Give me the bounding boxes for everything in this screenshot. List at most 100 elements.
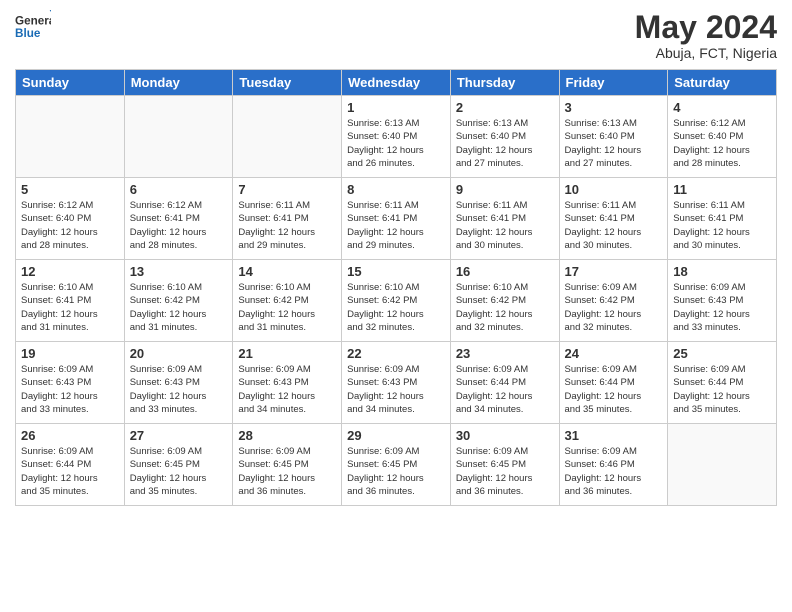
day-number: 17 [565, 264, 663, 279]
day-number: 14 [238, 264, 336, 279]
calendar-cell: 23 Sunrise: 6:09 AM Sunset: 6:44 PM Dayli… [450, 342, 559, 424]
day-info: Sunrise: 6:09 AM Sunset: 6:44 PM Dayligh… [673, 363, 771, 416]
day-info: Sunrise: 6:10 AM Sunset: 6:42 PM Dayligh… [238, 281, 336, 334]
calendar-cell [124, 96, 233, 178]
calendar-cell: 4 Sunrise: 6:12 AM Sunset: 6:40 PM Daylig… [668, 96, 777, 178]
day-number: 2 [456, 100, 554, 115]
col-sunday: Sunday [16, 70, 125, 96]
calendar-cell: 13 Sunrise: 6:10 AM Sunset: 6:42 PM Dayli… [124, 260, 233, 342]
calendar-cell [668, 424, 777, 506]
day-info: Sunrise: 6:10 AM Sunset: 6:41 PM Dayligh… [21, 281, 119, 334]
day-info: Sunrise: 6:09 AM Sunset: 6:46 PM Dayligh… [565, 445, 663, 498]
day-number: 19 [21, 346, 119, 361]
day-number: 12 [21, 264, 119, 279]
day-number: 29 [347, 428, 445, 443]
day-number: 5 [21, 182, 119, 197]
day-info: Sunrise: 6:09 AM Sunset: 6:45 PM Dayligh… [238, 445, 336, 498]
day-number: 1 [347, 100, 445, 115]
day-number: 21 [238, 346, 336, 361]
day-info: Sunrise: 6:09 AM Sunset: 6:45 PM Dayligh… [130, 445, 228, 498]
day-number: 28 [238, 428, 336, 443]
calendar-cell: 2 Sunrise: 6:13 AM Sunset: 6:40 PM Daylig… [450, 96, 559, 178]
day-info: Sunrise: 6:09 AM Sunset: 6:43 PM Dayligh… [21, 363, 119, 416]
day-number: 31 [565, 428, 663, 443]
calendar-cell: 30 Sunrise: 6:09 AM Sunset: 6:45 PM Dayli… [450, 424, 559, 506]
day-info: Sunrise: 6:09 AM Sunset: 6:45 PM Dayligh… [456, 445, 554, 498]
day-number: 30 [456, 428, 554, 443]
day-number: 27 [130, 428, 228, 443]
calendar-cell: 21Sunrise: 6:09 AM Sunset: 6:43 PM Dayli… [233, 342, 342, 424]
calendar-cell [233, 96, 342, 178]
svg-text:Blue: Blue [15, 27, 41, 40]
day-info: Sunrise: 6:09 AM Sunset: 6:45 PM Dayligh… [347, 445, 445, 498]
calendar-cell: 22 Sunrise: 6:09 AM Sunset: 6:43 PM Dayli… [342, 342, 451, 424]
day-info: Sunrise: 6:12 AM Sunset: 6:41 PM Dayligh… [130, 199, 228, 252]
day-number: 15 [347, 264, 445, 279]
calendar-cell: 8Sunrise: 6:11 AM Sunset: 6:41 PM Daylig… [342, 178, 451, 260]
day-number: 8 [347, 182, 445, 197]
day-info: Sunrise: 6:12 AM Sunset: 6:40 PM Dayligh… [673, 117, 771, 170]
page-container: General Blue May 2024 Abuja, FCT, Nigeri… [0, 0, 792, 516]
day-info: Sunrise: 6:12 AM Sunset: 6:40 PM Dayligh… [21, 199, 119, 252]
day-number: 20 [130, 346, 228, 361]
day-number: 11 [673, 182, 771, 197]
calendar-week-2: 5 Sunrise: 6:12 AM Sunset: 6:40 PM Daylig… [16, 178, 777, 260]
calendar-cell: 3 Sunrise: 6:13 AM Sunset: 6:40 PM Daylig… [559, 96, 668, 178]
day-info: Sunrise: 6:09 AM Sunset: 6:42 PM Dayligh… [565, 281, 663, 334]
calendar-cell: 1 Sunrise: 6:13 AM Sunset: 6:40 PM Daylig… [342, 96, 451, 178]
col-tuesday: Tuesday [233, 70, 342, 96]
calendar-cell: 31 Sunrise: 6:09 AM Sunset: 6:46 PM Dayli… [559, 424, 668, 506]
day-info: Sunrise: 6:13 AM Sunset: 6:40 PM Dayligh… [347, 117, 445, 170]
day-number: 9 [456, 182, 554, 197]
calendar-cell: 7 Sunrise: 6:11 AM Sunset: 6:41 PM Daylig… [233, 178, 342, 260]
col-thursday: Thursday [450, 70, 559, 96]
day-info: Sunrise: 6:11 AM Sunset: 6:41 PM Dayligh… [238, 199, 336, 252]
day-info: Sunrise: 6:13 AM Sunset: 6:40 PM Dayligh… [565, 117, 663, 170]
title-block: May 2024 Abuja, FCT, Nigeria [635, 10, 777, 61]
calendar-cell: 6 Sunrise: 6:12 AM Sunset: 6:41 PM Daylig… [124, 178, 233, 260]
calendar-week-1: 1 Sunrise: 6:13 AM Sunset: 6:40 PM Daylig… [16, 96, 777, 178]
calendar-cell: 9 Sunrise: 6:11 AM Sunset: 6:41 PM Daylig… [450, 178, 559, 260]
logo: General Blue [15, 10, 51, 46]
calendar-cell: 28 Sunrise: 6:09 AM Sunset: 6:45 PM Dayli… [233, 424, 342, 506]
calendar-cell: 19 Sunrise: 6:09 AM Sunset: 6:43 PM Dayli… [16, 342, 125, 424]
calendar-cell: 16Sunrise: 6:10 AM Sunset: 6:42 PM Dayli… [450, 260, 559, 342]
day-number: 23 [456, 346, 554, 361]
header: General Blue May 2024 Abuja, FCT, Nigeri… [15, 10, 777, 61]
day-info: Sunrise: 6:10 AM Sunset: 6:42 PM Dayligh… [130, 281, 228, 334]
calendar-table: Sunday Monday Tuesday Wednesday Thursday… [15, 69, 777, 506]
location-subtitle: Abuja, FCT, Nigeria [635, 45, 777, 61]
day-info: Sunrise: 6:09 AM Sunset: 6:43 PM Dayligh… [130, 363, 228, 416]
calendar-cell: 14 Sunrise: 6:10 AM Sunset: 6:42 PM Dayli… [233, 260, 342, 342]
calendar-cell [16, 96, 125, 178]
day-info: Sunrise: 6:11 AM Sunset: 6:41 PM Dayligh… [673, 199, 771, 252]
calendar-week-4: 19 Sunrise: 6:09 AM Sunset: 6:43 PM Dayli… [16, 342, 777, 424]
day-info: Sunrise: 6:13 AM Sunset: 6:40 PM Dayligh… [456, 117, 554, 170]
day-number: 10 [565, 182, 663, 197]
calendar-header-row: Sunday Monday Tuesday Wednesday Thursday… [16, 70, 777, 96]
day-number: 7 [238, 182, 336, 197]
svg-text:General: General [15, 14, 51, 27]
day-number: 13 [130, 264, 228, 279]
logo-icon: General Blue [15, 10, 51, 46]
calendar-cell: 27 Sunrise: 6:09 AM Sunset: 6:45 PM Dayli… [124, 424, 233, 506]
day-number: 4 [673, 100, 771, 115]
col-friday: Friday [559, 70, 668, 96]
calendar-week-5: 26Sunrise: 6:09 AM Sunset: 6:44 PM Dayli… [16, 424, 777, 506]
calendar-cell: 17 Sunrise: 6:09 AM Sunset: 6:42 PM Dayli… [559, 260, 668, 342]
col-saturday: Saturday [668, 70, 777, 96]
month-title: May 2024 [635, 10, 777, 45]
calendar-cell: 11 Sunrise: 6:11 AM Sunset: 6:41 PM Dayli… [668, 178, 777, 260]
calendar-cell: 24Sunrise: 6:09 AM Sunset: 6:44 PM Dayli… [559, 342, 668, 424]
day-info: Sunrise: 6:09 AM Sunset: 6:43 PM Dayligh… [347, 363, 445, 416]
day-number: 3 [565, 100, 663, 115]
day-number: 18 [673, 264, 771, 279]
day-number: 25 [673, 346, 771, 361]
day-info: Sunrise: 6:09 AM Sunset: 6:44 PM Dayligh… [456, 363, 554, 416]
day-number: 6 [130, 182, 228, 197]
calendar-cell: 5 Sunrise: 6:12 AM Sunset: 6:40 PM Daylig… [16, 178, 125, 260]
day-number: 22 [347, 346, 445, 361]
day-number: 24 [565, 346, 663, 361]
day-info: Sunrise: 6:11 AM Sunset: 6:41 PM Dayligh… [456, 199, 554, 252]
calendar-week-3: 12 Sunrise: 6:10 AM Sunset: 6:41 PM Dayli… [16, 260, 777, 342]
